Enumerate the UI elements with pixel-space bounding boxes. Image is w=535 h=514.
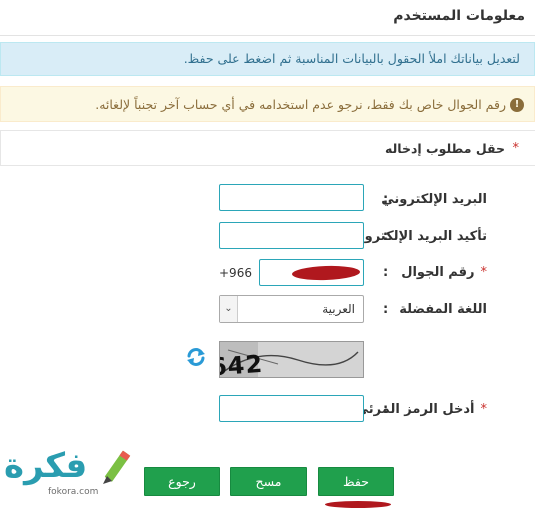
captcha-label-text: أدخل الرمز المرئي [355,402,475,417]
email-label: البريد الإلكتروني [381,192,487,207]
logo-wordmark: فكرة [4,446,88,486]
warning-alert: ! رقم الجوال خاص بك فقط، نرجو عدم استخدا… [0,86,535,122]
mobile-colon: : [383,265,389,280]
email-field[interactable] [219,184,364,211]
language-select[interactable]: العربية ⌄ [219,295,364,323]
pencil-icon [99,448,141,492]
captcha-required-star: * [480,402,488,417]
back-button[interactable]: رجوع [144,467,220,496]
warning-alert-text: رقم الجوال خاص بك فقط، نرجو عدم استخدامه… [95,97,506,112]
chevron-down-icon[interactable]: ⌄ [220,296,238,322]
required-note-text: حقل مطلوب إدخاله [385,141,505,156]
confirm-email-field[interactable] [219,222,364,249]
highlight-scribble [325,501,391,508]
captcha-text: 8642 [219,350,264,378]
language-selected-value: العربية [322,302,355,316]
confirm-email-colon: : [383,229,389,244]
redaction-scribble [291,264,361,282]
captcha-label: * أدخل الرمز المرئي [356,402,487,417]
captcha-image: 8642 [219,341,364,378]
save-button[interactable]: حفظ [318,467,394,496]
country-code: +966 [219,266,252,280]
info-alert-text: لتعديل بياناتك املأ الحقول بالبيانات الم… [183,51,520,66]
page-header: معلومات المستخدم [0,0,535,36]
mobile-field[interactable] [259,259,364,286]
clear-button[interactable]: مسح [230,467,307,496]
logo-domain: fokora.com [48,487,99,497]
refresh-captcha-icon[interactable] [185,346,207,368]
confirm-email-label: تأكيد البريد الإلكتروني [346,229,487,244]
info-alert: لتعديل بياناتك املأ الحقول بالبيانات الم… [0,42,535,76]
mobile-label: * رقم الجوال [401,265,487,280]
exclamation-icon: ! [510,98,524,112]
page-title: معلومات المستخدم [393,8,525,24]
captcha-field[interactable] [219,395,364,422]
language-colon: : [383,302,389,317]
email-colon: : [383,192,389,207]
language-label: اللغة المفضلة [399,302,487,317]
site-logo: فكرة fokora.com [4,446,144,502]
required-star: * [512,141,520,156]
mobile-required-star: * [480,265,488,280]
mobile-label-text: رقم الجوال [401,265,475,280]
captcha-colon: : [383,402,389,417]
required-note: * حقل مطلوب إدخاله [0,130,535,166]
